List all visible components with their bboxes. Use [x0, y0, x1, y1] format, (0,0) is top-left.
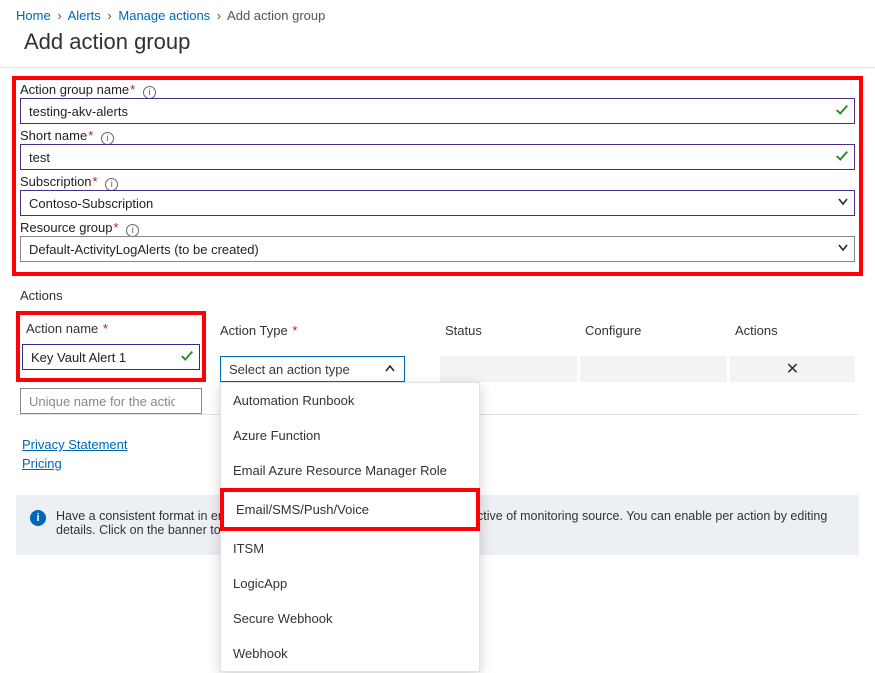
highlight-main-fields: Action group name* i Short name* i Subsc… [12, 76, 863, 276]
action-name-input-new[interactable] [20, 388, 202, 414]
option-automation-runbook[interactable]: Automation Runbook [221, 383, 479, 418]
chevron-up-icon [384, 363, 396, 375]
col-configure: Configure [581, 311, 731, 415]
action-group-name-input[interactable] [20, 98, 855, 124]
chevron-right-icon: › [57, 8, 61, 23]
breadcrumb-alerts[interactable]: Alerts [68, 8, 101, 23]
breadcrumb-home[interactable]: Home [16, 8, 51, 23]
delete-row-button[interactable]: ✕ [786, 359, 799, 379]
option-webhook[interactable]: Webhook [221, 636, 479, 671]
option-itsm[interactable]: ITSM [221, 531, 479, 566]
check-icon [835, 103, 849, 120]
option-secure-webhook[interactable]: Secure Webhook [221, 601, 479, 636]
chevron-right-icon: › [217, 8, 221, 23]
subscription-label: Subscription* i [20, 174, 118, 189]
action-type-dropdown: Automation Runbook Azure Function Email … [220, 382, 480, 672]
breadcrumb-current: Add action group [227, 8, 325, 23]
action-type-select[interactable]: Select an action type [220, 356, 405, 382]
option-logicapp[interactable]: LogicApp [221, 566, 479, 601]
col-action-name: Action name * [16, 311, 216, 415]
subscription-select[interactable] [20, 190, 855, 216]
actions-section-label: Actions [8, 282, 867, 311]
actions-table: Action name * Action Type * Select [16, 311, 859, 415]
resource-group-select[interactable] [20, 236, 855, 262]
action-group-name-label: Action group name* i [20, 82, 156, 97]
breadcrumb-manage-actions[interactable]: Manage actions [118, 8, 210, 23]
chevron-right-icon: › [107, 8, 111, 23]
page-title: Add action group [0, 27, 875, 67]
info-icon: i [30, 510, 46, 526]
option-azure-function[interactable]: Azure Function [221, 418, 479, 453]
option-email-sms-push-voice[interactable]: Email/SMS/Push/Voice [220, 488, 480, 531]
col-action-type: Action Type * Select an action type Auto… [216, 311, 441, 415]
check-icon [835, 149, 849, 166]
short-name-label: Short name* i [20, 128, 114, 143]
action-name-input[interactable] [22, 344, 200, 370]
breadcrumb: Home › Alerts › Manage actions › Add act… [0, 0, 875, 27]
check-icon [180, 349, 194, 366]
short-name-input[interactable] [20, 144, 855, 170]
option-email-arm-role[interactable]: Email Azure Resource Manager Role [221, 453, 479, 488]
resource-group-label: Resource group* i [20, 220, 139, 235]
col-actions: Actions ✕ [731, 311, 859, 415]
highlight-action-name: Action name * [16, 311, 206, 382]
